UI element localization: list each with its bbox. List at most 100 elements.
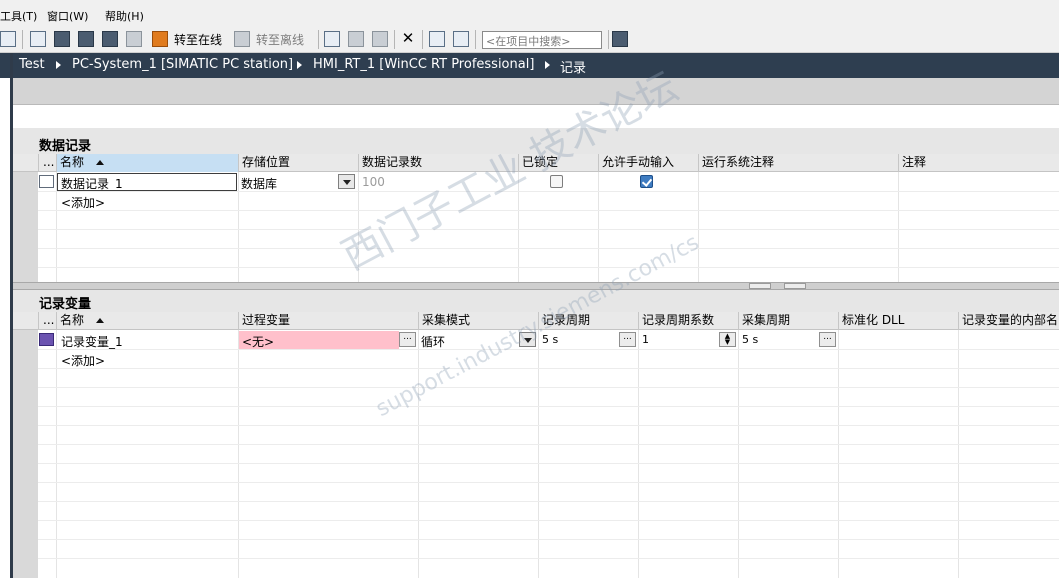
column-header-process-tag[interactable]: 过程变量 <box>238 312 418 330</box>
grid-line <box>38 191 1059 192</box>
log-tags-table: 记录变量_1 <无> ... 循环 5 s ... 1 ▲ ▼ 5 s ... <… <box>13 330 1059 578</box>
column-header-manual-input[interactable]: 允许手动输入 <box>598 154 698 172</box>
column-header-cycle-factor[interactable]: 记录周期系数 <box>638 312 738 330</box>
breadcrumb-item[interactable]: PC-System_1 [SIMATIC PC station] <box>72 57 293 72</box>
column-header-normalization-dll[interactable]: 标准化 DLL <box>838 312 958 330</box>
process-tag-browse-button[interactable]: ... <box>399 332 416 347</box>
grid-line <box>698 172 699 282</box>
storage-dropdown-icon[interactable] <box>338 174 355 189</box>
row-header-column <box>13 172 38 282</box>
go-online-icon[interactable] <box>152 31 168 47</box>
split-horizontal-icon[interactable] <box>429 31 445 47</box>
grid-line <box>38 425 1059 426</box>
grid-line <box>238 172 239 282</box>
column-header-name[interactable]: 名称 <box>56 312 238 330</box>
toolbar-separator <box>608 30 609 49</box>
accessible-devices-icon[interactable] <box>324 31 340 47</box>
editor-toolbar <box>13 78 1059 105</box>
breadcrumb-arrow-icon <box>297 61 302 69</box>
go-online-button[interactable]: 转至在线 <box>174 31 222 48</box>
column-header-acquisition-cycle[interactable]: 采集周期 <box>738 312 838 330</box>
project-search-input[interactable]: <在项目中搜索> <box>482 31 602 49</box>
acquisition-cycle-browse-button[interactable]: ... <box>819 332 836 347</box>
start-simulation-icon[interactable] <box>348 31 364 47</box>
breadcrumb-item[interactable]: HMI_RT_1 [WinCC RT Professional] <box>313 57 534 72</box>
grid-line <box>38 558 1059 559</box>
breadcrumb-arrow-icon <box>56 61 61 69</box>
column-header-label: 名称 <box>60 313 85 327</box>
column-header-more[interactable]: ... <box>38 154 56 172</box>
grid-line <box>38 229 1059 230</box>
stop-simulation-icon[interactable] <box>372 31 388 47</box>
section-title: 记录变量 <box>39 297 92 312</box>
breadcrumb-item-current[interactable]: 记录 <box>560 57 586 76</box>
process-tag-cell[interactable]: <无> <box>239 331 399 349</box>
data-logs-table: 数据记录_1 数据库 100 <添加> <box>13 172 1059 282</box>
add-log-tag[interactable]: <添加> <box>61 352 105 369</box>
collapse-up-icon[interactable] <box>749 283 771 289</box>
data-log-storage[interactable]: 数据库 <box>241 175 277 192</box>
breadcrumb-arrow-icon <box>545 61 550 69</box>
menu-bar: 工具(T) 窗口(W) 帮助(H) <box>0 0 1059 27</box>
split-vertical-icon[interactable] <box>453 31 469 47</box>
acquisition-cycle-value[interactable]: 5 s <box>742 333 758 346</box>
log-tag-icon <box>39 333 54 346</box>
column-header-label: 名称 <box>60 155 85 169</box>
cycle-factor-spinner[interactable]: ▲ ▼ <box>719 332 736 347</box>
add-data-log[interactable]: <添加> <box>61 194 105 211</box>
sort-ascending-icon <box>95 160 104 165</box>
grid-line <box>38 501 1059 502</box>
menu-window[interactable]: 窗口(W) <box>47 8 88 24</box>
breadcrumb: Test PC-System_1 [SIMATIC PC station] HM… <box>13 53 1059 78</box>
grid-line <box>38 267 1059 268</box>
grid-line <box>38 349 1059 350</box>
row-header-column <box>13 330 38 578</box>
grid-line <box>898 172 899 282</box>
sort-ascending-icon <box>95 318 104 323</box>
log-tag-name[interactable]: 记录变量_1 <box>61 333 123 350</box>
column-header-storage[interactable]: 存储位置 <box>238 154 358 172</box>
toolbar-separator <box>22 30 23 49</box>
grid-line <box>38 248 1059 249</box>
toolbar-separator <box>475 30 476 49</box>
column-header-runtime-comment[interactable]: 运行系统注释 <box>698 154 898 172</box>
breadcrumb-item[interactable]: Test <box>19 57 45 72</box>
data-log-name-input[interactable]: 数据记录_1 <box>57 173 237 191</box>
column-header-name[interactable]: 名称 <box>56 154 238 172</box>
section-splitter[interactable] <box>13 282 1059 290</box>
toolbar-separator <box>422 30 423 49</box>
data-log-icon <box>39 175 54 188</box>
close-icon[interactable]: ✕ <box>400 31 416 47</box>
grid-line <box>38 520 1059 521</box>
collapse-down-icon[interactable] <box>784 283 806 289</box>
section-title: 数据记录 <box>39 139 92 154</box>
menu-help[interactable]: 帮助(H) <box>105 8 144 24</box>
go-offline-icon[interactable] <box>234 31 250 47</box>
upload-icon[interactable] <box>78 31 94 47</box>
cycle-factor-value[interactable]: 1 <box>642 333 649 346</box>
data-log-count[interactable]: 100 <box>362 175 385 189</box>
log-tags-section-header: 记录变量 <box>13 290 1059 312</box>
column-header-internal-name[interactable]: 记录变量的内部名 <box>958 312 1059 330</box>
binoculars-icon[interactable] <box>612 31 628 47</box>
manual-input-checkbox[interactable] <box>640 175 653 188</box>
toolbar-separator <box>394 30 395 49</box>
go-offline-button[interactable]: 转至离线 <box>256 31 304 48</box>
grid-line <box>38 539 1059 540</box>
save-icon[interactable] <box>102 31 118 47</box>
column-header-comment[interactable]: 注释 <box>898 154 1059 172</box>
grid-line <box>38 210 1059 211</box>
column-header-more[interactable]: ... <box>38 312 56 330</box>
grid-line <box>38 387 1059 388</box>
log-cycle-browse-button[interactable]: ... <box>619 332 636 347</box>
grid-line <box>38 368 1059 369</box>
menu-tools[interactable]: 工具(T) <box>0 8 37 24</box>
compile-icon[interactable] <box>30 31 46 47</box>
runtime-icon[interactable] <box>126 31 142 47</box>
grid-line <box>38 406 1059 407</box>
acquisition-mode-value[interactable]: 循环 <box>421 333 445 350</box>
print-icon[interactable] <box>0 31 16 47</box>
left-panel-collapse[interactable] <box>0 53 10 78</box>
grid-line <box>38 444 1059 445</box>
download-icon[interactable] <box>54 31 70 47</box>
